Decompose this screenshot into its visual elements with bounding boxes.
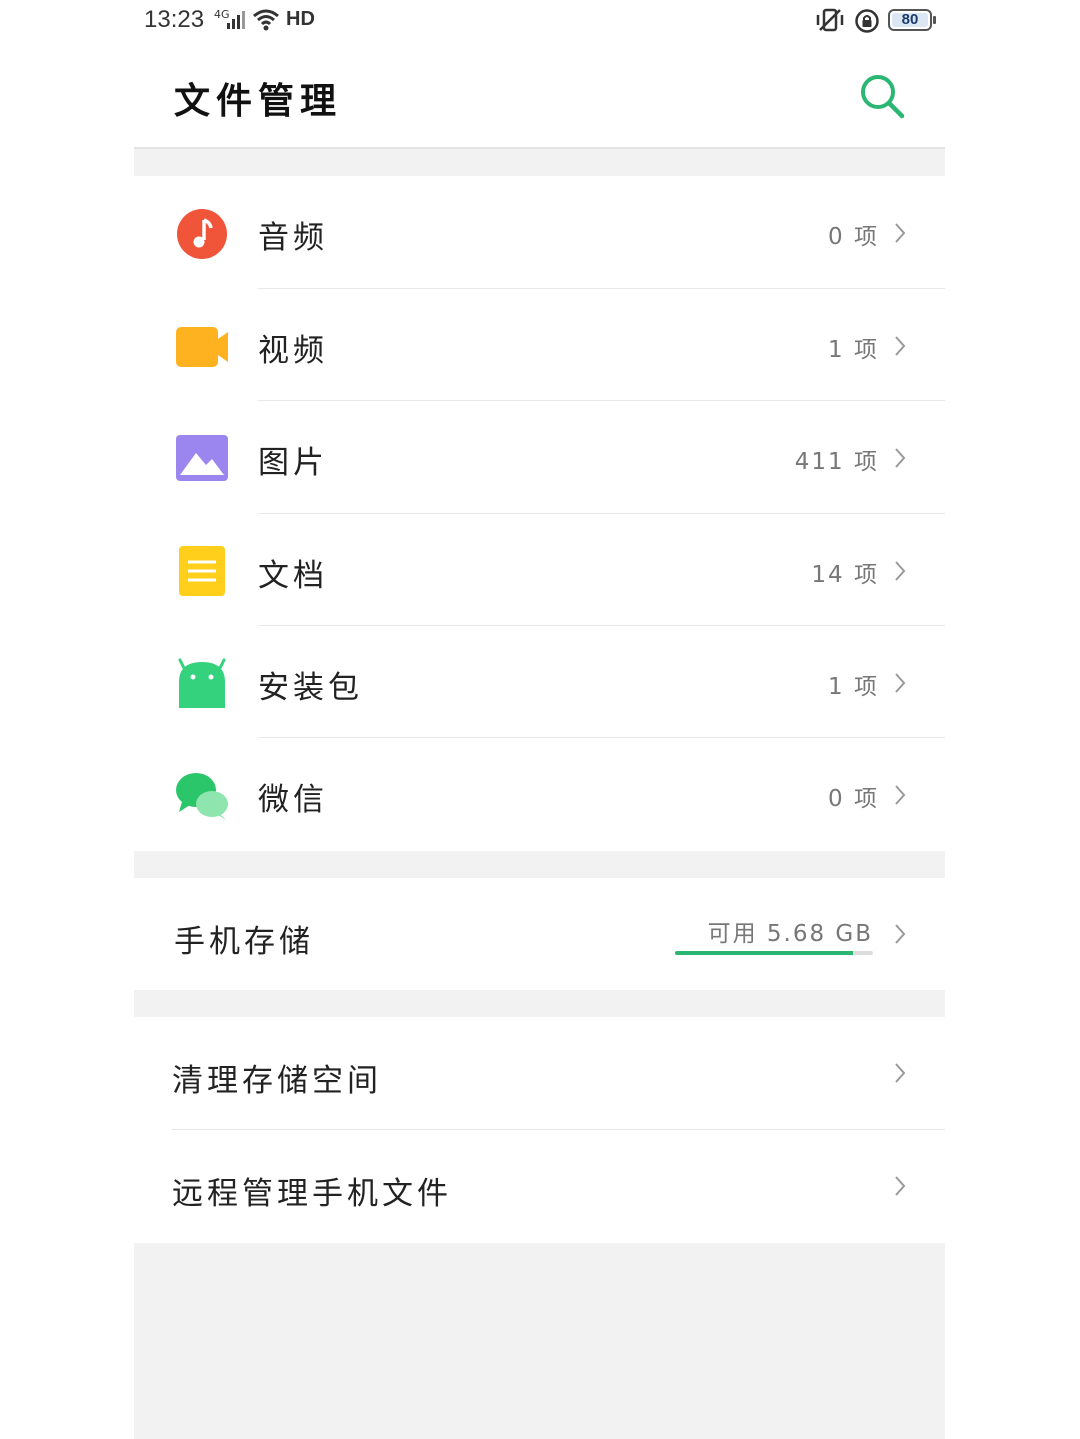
category-label: 视频 — [258, 333, 328, 369]
category-label: 图片 — [258, 445, 328, 481]
chevron-right-icon — [895, 223, 906, 243]
chevron-right-icon — [895, 1176, 906, 1196]
storage-available: 可用 5.68 GB — [707, 921, 873, 947]
phone-screen: 13:23 4G HD 80 文件管理 音频 0 项 视频 1 项 图片 411… — [134, 0, 945, 1439]
category-label: 音频 — [258, 220, 328, 256]
search-icon[interactable] — [858, 72, 906, 120]
remote-manage-row[interactable]: 远程管理手机文件 — [134, 1130, 945, 1242]
category-pictures[interactable]: 图片 411 项 — [134, 401, 945, 513]
chevron-right-icon — [895, 1063, 906, 1083]
hd-indicator: HD — [286, 8, 315, 30]
category-wechat[interactable]: 微信 0 项 — [134, 738, 945, 850]
category-video[interactable]: 视频 1 项 — [134, 289, 945, 401]
storage-usage-bar — [675, 951, 873, 955]
category-label: 微信 — [258, 782, 328, 818]
category-count: 1 项 — [828, 674, 879, 700]
rotation-lock-icon — [855, 9, 879, 33]
chevron-right-icon — [895, 561, 906, 581]
battery-level: 80 — [901, 11, 919, 28]
status-bar: 13:23 4G HD 80 — [134, 0, 945, 44]
category-label: 文档 — [258, 558, 328, 594]
signal-icon — [227, 11, 245, 29]
chevron-right-icon — [895, 924, 906, 944]
storage-used-fill — [675, 951, 854, 955]
android-icon — [178, 658, 226, 708]
storage-label: 手机存储 — [174, 924, 314, 960]
category-count: 411 项 — [794, 449, 879, 475]
category-apk[interactable]: 安装包 1 项 — [134, 626, 945, 738]
picture-icon — [176, 435, 228, 481]
section-separator — [134, 149, 945, 176]
chevron-right-icon — [895, 448, 906, 468]
app-header: 文件管理 — [134, 44, 945, 148]
clean-storage-row[interactable]: 清理存储空间 — [134, 1017, 945, 1129]
category-count: 1 项 — [828, 337, 879, 363]
section-separator — [134, 990, 945, 1017]
empty-area — [134, 1243, 945, 1439]
status-time: 13:23 — [144, 6, 205, 33]
wifi-icon — [253, 9, 279, 31]
vibrate-mute-icon — [816, 8, 844, 32]
chevron-right-icon — [895, 785, 906, 805]
action-label: 清理存储空间 — [172, 1063, 382, 1099]
category-count: 14 项 — [811, 562, 879, 588]
category-label: 安装包 — [258, 670, 363, 706]
chevron-right-icon — [895, 336, 906, 356]
category-count: 0 项 — [828, 786, 879, 812]
action-label: 远程管理手机文件 — [172, 1176, 452, 1212]
video-camera-icon — [176, 327, 228, 367]
music-note-icon — [177, 209, 227, 259]
wechat-icon — [176, 773, 228, 820]
category-count: 0 项 — [828, 224, 879, 250]
section-separator — [134, 851, 945, 878]
category-documents[interactable]: 文档 14 项 — [134, 514, 945, 626]
chevron-right-icon — [895, 673, 906, 693]
page-title: 文件管理 — [174, 81, 343, 122]
document-icon — [179, 546, 225, 596]
battery-icon: 80 — [888, 9, 936, 31]
phone-storage-row[interactable]: 手机存储 可用 5.68 GB — [134, 878, 945, 990]
category-audio[interactable]: 音频 0 项 — [134, 176, 945, 288]
